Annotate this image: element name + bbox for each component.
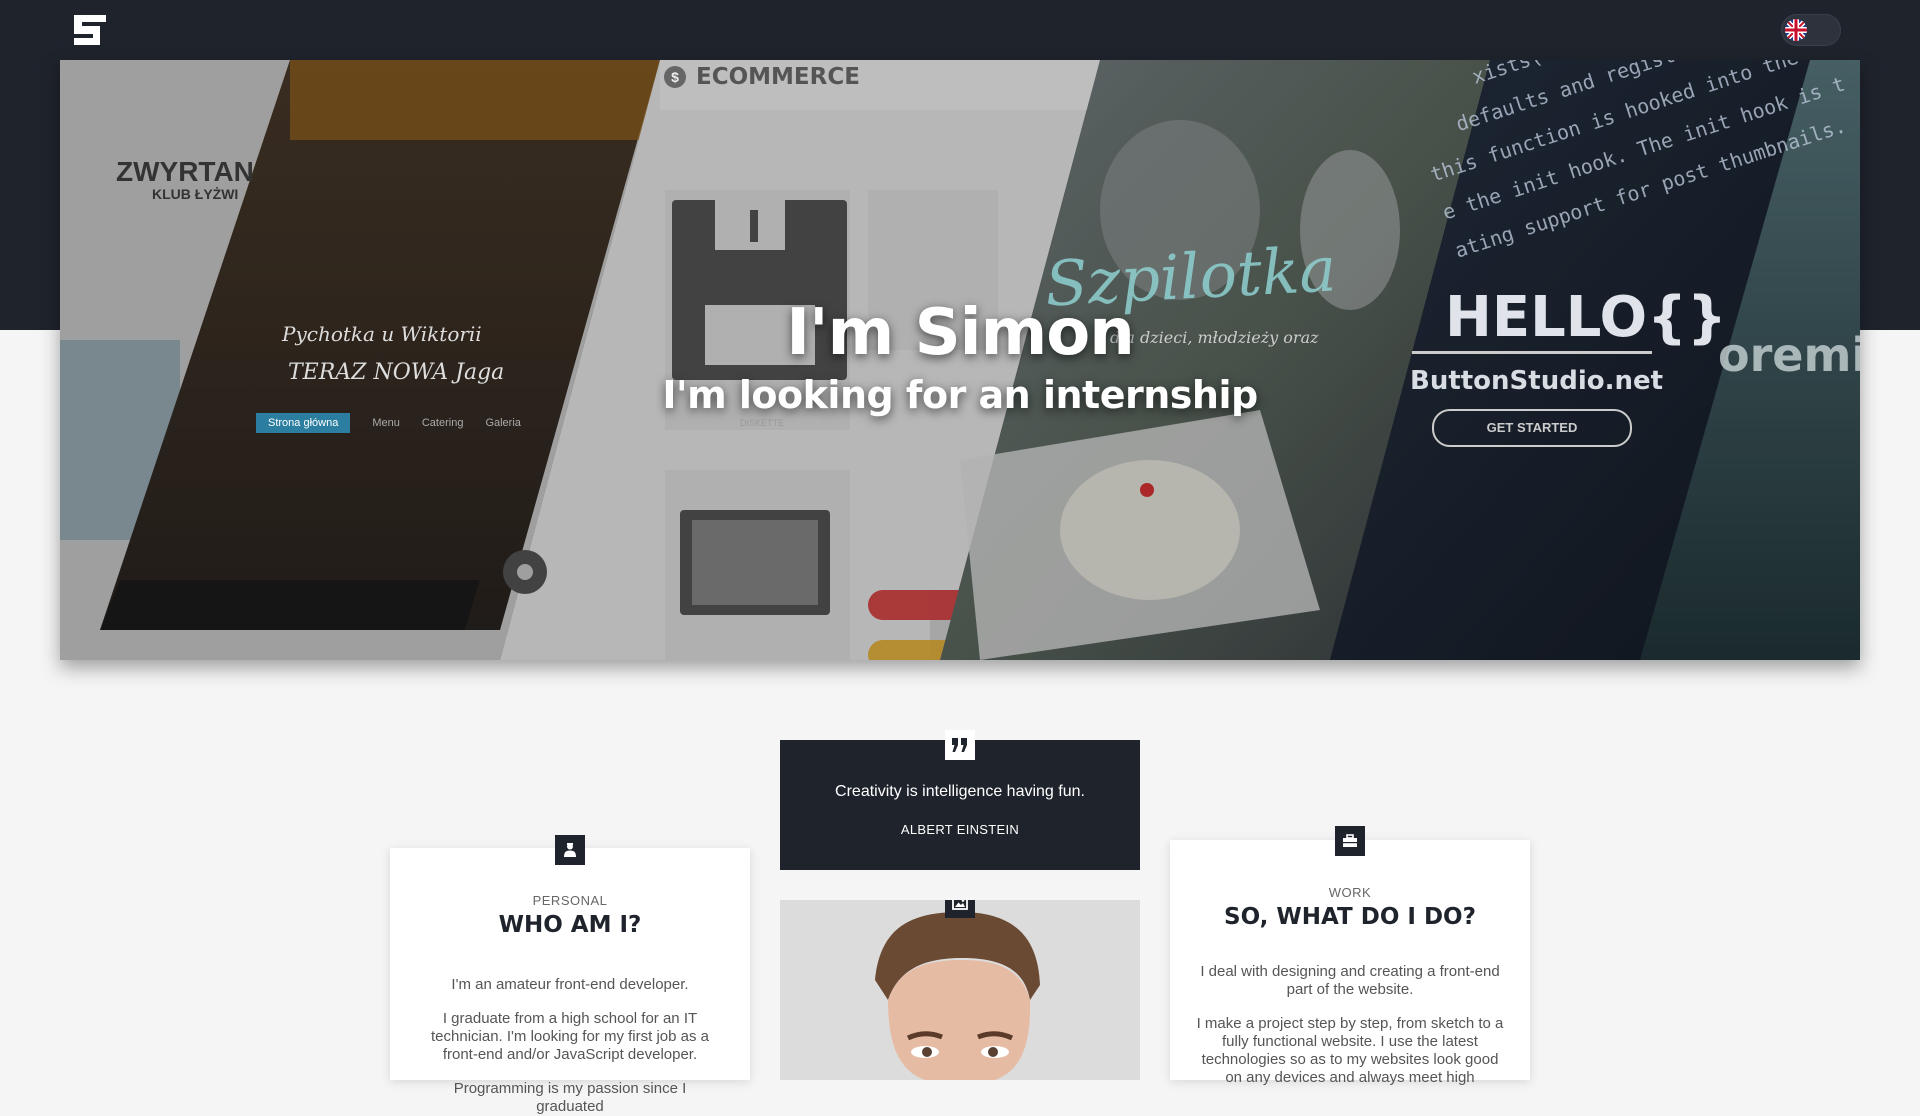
quote-icon [945, 730, 975, 760]
language-toggle[interactable] [1781, 14, 1841, 46]
quote-card: Creativity is intelligence having fun. A… [780, 730, 1140, 870]
card-title: SO, WHAT DO I DO? [1224, 904, 1476, 930]
image-icon [945, 900, 975, 918]
hero-banner: ZWYRTAN KLUB ŁYŻWI Pychotka u Wiktorii T… [60, 60, 1860, 660]
hero-text: I'm Simon I'm looking for an internship [60, 60, 1860, 660]
card-label: PERSONAL [532, 893, 608, 908]
card-text: I deal with designing and creating a fro… [1192, 963, 1508, 1087]
card-paragraph: Programming is my passion since I gradua… [453, 1080, 687, 1115]
quote-text: Creativity is intelligence having fun. [835, 783, 1085, 800]
card-paragraph: I graduate from a high school for an IT … [431, 1010, 709, 1063]
g-logo-icon[interactable] [72, 12, 108, 48]
card-paragraph: I'm an amateur front-end developer. [451, 976, 689, 993]
photo-card [780, 900, 1140, 1080]
work-card: WORK SO, WHAT DO I DO? I deal with desig… [1170, 826, 1530, 1086]
card-paragraph: I make a project step by step, from sket… [1196, 1015, 1504, 1086]
card-label: WORK [1328, 885, 1372, 900]
hero-subtitle: I'm looking for an internship [662, 373, 1258, 417]
person-icon [555, 835, 585, 865]
hero-title: I'm Simon [786, 296, 1135, 370]
card-paragraph: I deal with designing and creating a fro… [1200, 963, 1500, 998]
quote-author: ALBERT EINSTEIN [900, 822, 1020, 837]
who-am-i-card: PERSONAL WHO AM I? I'm an amateur front-… [390, 835, 750, 1115]
uk-flag-icon [1785, 19, 1807, 41]
profile-photo [780, 900, 1140, 1080]
card-title: WHO AM I? [498, 912, 642, 938]
card-text: I'm an amateur front-end developer. I gr… [428, 976, 712, 1116]
briefcase-icon [1335, 826, 1365, 856]
